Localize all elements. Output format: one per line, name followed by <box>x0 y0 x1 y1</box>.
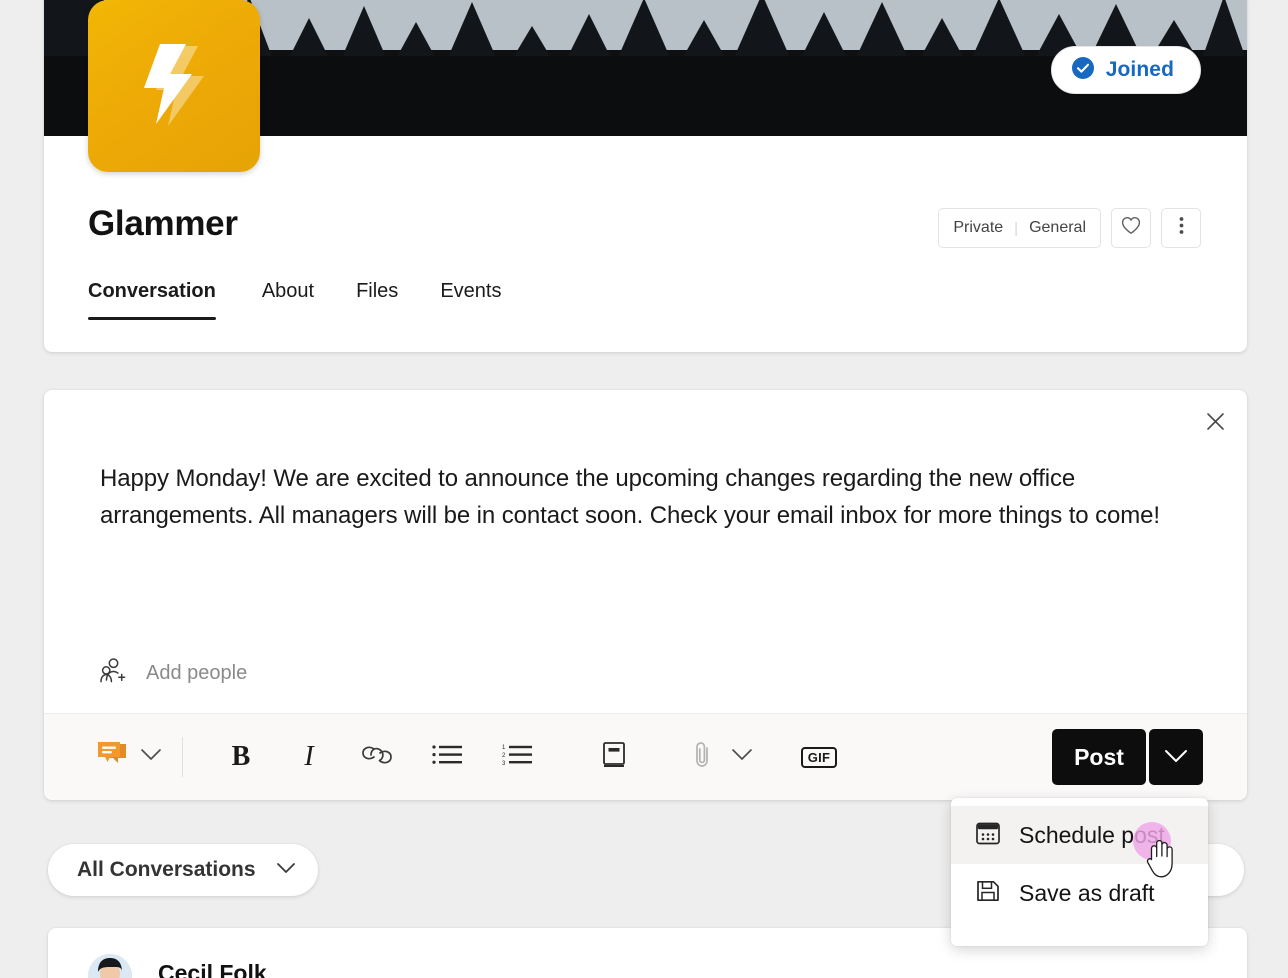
tab-files[interactable]: Files <box>335 280 419 320</box>
tab-about-label: About <box>261 280 315 302</box>
pill-separator: | <box>1014 219 1019 237</box>
article-icon <box>602 741 628 774</box>
more-vertical-icon <box>1179 216 1184 240</box>
add-people-icon <box>100 658 127 689</box>
tab-events[interactable]: Events <box>419 280 522 320</box>
privacy-label: Private <box>953 219 1004 236</box>
link-icon <box>360 744 394 771</box>
save-floppy-icon <box>975 878 1001 909</box>
italic-button[interactable]: I <box>287 735 331 779</box>
privacy-category-pill[interactable]: Private | General <box>938 208 1101 248</box>
close-composer-button[interactable] <box>1197 406 1233 442</box>
heart-icon <box>1121 216 1141 240</box>
menu-item-schedule-post-label: Schedule post <box>1019 821 1165 848</box>
toolbar-divider <box>182 737 183 777</box>
conversation-filter-label: All Conversations <box>77 858 256 881</box>
post-options-menu: Schedule post Save as draft <box>951 798 1208 946</box>
announcement-type-dropdown[interactable] <box>134 735 168 779</box>
community-header-card: Joined Glammer Private | General Convers… <box>44 0 1247 352</box>
svg-text:2: 2 <box>502 753 506 759</box>
bulleted-list-icon <box>432 744 462 771</box>
tab-conversation[interactable]: Conversation <box>88 280 241 320</box>
bulleted-list-button[interactable] <box>425 735 469 779</box>
attach-icon <box>695 741 711 774</box>
article-button[interactable] <box>593 735 637 779</box>
lightning-bolt-icon <box>134 42 214 130</box>
more-options-button[interactable] <box>1161 208 1201 248</box>
attach-chevron-down-icon <box>731 748 753 766</box>
post-button-group: Post <box>1052 729 1203 785</box>
tab-about[interactable]: About <box>241 280 335 320</box>
add-people-placeholder: Add people <box>146 662 248 684</box>
page-title: Glammer <box>88 204 238 243</box>
menu-item-schedule-post[interactable]: Schedule post <box>951 806 1208 864</box>
community-avatar <box>88 0 260 172</box>
chevron-down-icon <box>140 748 162 766</box>
menu-item-save-as-draft[interactable]: Save as draft <box>951 864 1208 922</box>
svg-text:3: 3 <box>502 761 506 766</box>
tab-events-label: Events <box>440 280 502 302</box>
menu-item-save-as-draft-label: Save as draft <box>1019 879 1155 906</box>
chevron-down-icon <box>276 861 296 879</box>
favorite-button[interactable] <box>1111 208 1151 248</box>
composer-message-area[interactable]: Happy Monday! We are excited to announce… <box>100 460 1187 534</box>
post-options-button[interactable] <box>1149 729 1203 785</box>
italic-icon: I <box>304 741 314 772</box>
svg-text:1: 1 <box>502 745 506 751</box>
calendar-icon <box>975 820 1001 851</box>
bold-button[interactable]: B <box>219 735 263 779</box>
numbered-list-button[interactable]: 1 2 3 <box>495 735 539 779</box>
community-tabs: Conversation About Files Events <box>88 280 522 320</box>
check-circle-icon <box>1071 56 1094 84</box>
announcement-icon <box>96 740 128 775</box>
gif-button[interactable]: GIF <box>797 735 841 779</box>
numbered-list-icon: 1 2 3 <box>502 744 532 771</box>
gif-icon: GIF <box>800 746 838 768</box>
community-title-row: Glammer <box>88 204 238 244</box>
conversation-filter-dropdown[interactable]: All Conversations <box>48 844 318 896</box>
composer-toolbar: B I 1 2 3 GIF Post <box>44 713 1247 800</box>
attach-dropdown[interactable] <box>725 735 759 779</box>
link-button[interactable] <box>355 735 399 779</box>
attach-button[interactable] <box>681 735 725 779</box>
community-meta-actions: Private | General <box>938 208 1201 248</box>
avatar <box>88 954 132 978</box>
composer-message-text: Happy Monday! We are excited to announce… <box>100 465 1160 529</box>
joined-button-label: Joined <box>1105 58 1174 81</box>
post-button[interactable]: Post <box>1052 729 1146 785</box>
tab-files-label: Files <box>356 280 399 302</box>
joined-button[interactable]: Joined <box>1050 46 1201 94</box>
add-people-field[interactable]: Add people <box>100 658 247 689</box>
post-composer-card: Happy Monday! We are excited to announce… <box>44 390 1247 800</box>
chevron-down-icon <box>1164 749 1188 766</box>
close-icon <box>1206 412 1225 436</box>
category-label: General <box>1029 219 1086 236</box>
feed-post-author: Cecil Folk <box>158 960 267 978</box>
bold-icon: B <box>231 741 251 772</box>
tab-conversation-label: Conversation <box>88 280 216 302</box>
announcement-type-button[interactable] <box>90 735 134 779</box>
